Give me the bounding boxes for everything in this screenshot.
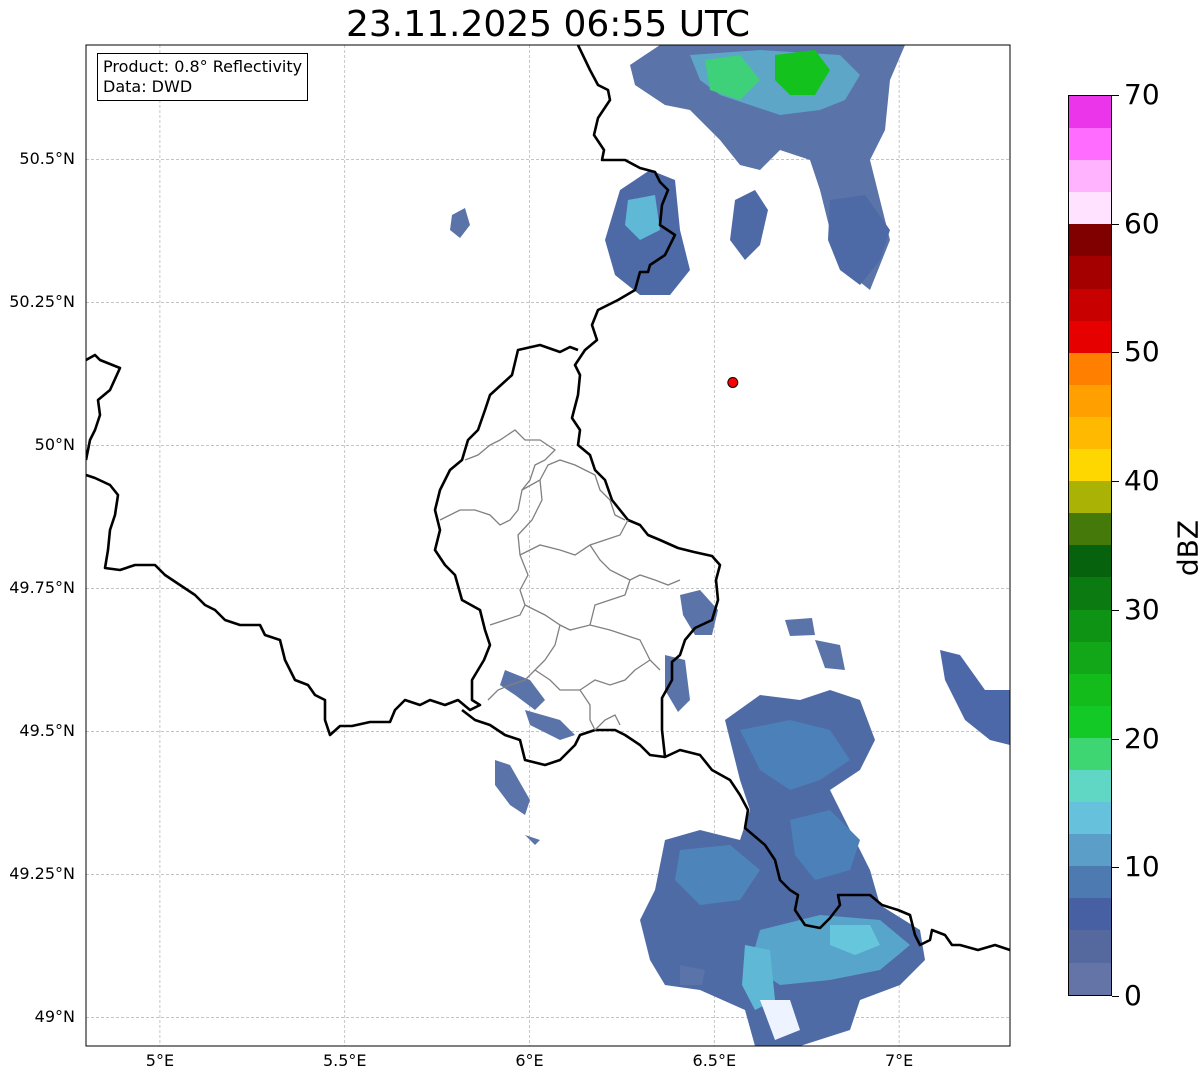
colorbar-tick-label: 10: [1124, 850, 1160, 884]
colorbar-segment: [1069, 192, 1111, 225]
colorbar-segment: [1069, 160, 1111, 193]
data-source-line: Data: DWD: [103, 77, 193, 96]
colorbar-segment: [1069, 288, 1111, 321]
colorbar-tick-mark: [1112, 738, 1119, 740]
colorbar-tick-mark: [1112, 609, 1119, 611]
colorbar-segment: [1069, 930, 1111, 963]
colorbar-tick-label: 30: [1124, 592, 1160, 626]
colorbar-segment: [1069, 962, 1111, 995]
lat-tick-label: 50°N: [34, 435, 75, 455]
district-borders: [439, 429, 681, 731]
colorbar-label: dBZ: [1171, 519, 1202, 577]
colorbar-segment: [1069, 577, 1111, 610]
lon-tick-label: 5°E: [145, 1051, 175, 1070]
lat-tick-label: 50.25°N: [9, 292, 75, 312]
colorbar-tick-label: 0: [1124, 979, 1142, 1012]
colorbar: [1068, 95, 1112, 996]
colorbar-segment: [1069, 513, 1111, 546]
lon-tick-label: 7°E: [884, 1051, 914, 1070]
lat-tick-label: 49.25°N: [9, 864, 75, 884]
colorbar-segment: [1069, 545, 1111, 578]
lat-tick-label: 50.5°N: [19, 149, 75, 169]
lat-tick-label: 49°N: [34, 1007, 75, 1027]
colorbar-segment: [1069, 449, 1111, 482]
lon-tick-label: 6°E: [515, 1051, 544, 1070]
lat-tick-label: 49.75°N: [9, 578, 75, 598]
radar-map: [85, 44, 1011, 1047]
colorbar-segment: [1069, 609, 1111, 642]
colorbar-segment: [1069, 416, 1111, 450]
colorbar-tick-mark: [1112, 996, 1119, 997]
colorbar-segment: [1069, 769, 1111, 803]
colorbar-segment: [1069, 802, 1111, 835]
colorbar-segment: [1069, 705, 1111, 738]
colorbar-segment: [1069, 641, 1111, 674]
lon-tick-label: 5.5°E: [322, 1051, 367, 1070]
lat-tick-label: 49.5°N: [19, 721, 75, 741]
colorbar-segment: [1069, 384, 1111, 417]
product-info-box: Product: 0.8° Reflectivity Data: DWD: [97, 53, 309, 101]
precipitation-echoes: [450, 45, 1010, 1046]
colorbar-tick-label: 70: [1124, 78, 1160, 111]
colorbar-segment: [1069, 320, 1111, 353]
colorbar-segment: [1069, 673, 1111, 706]
colorbar-segment: [1069, 481, 1111, 514]
colorbar-segment: [1069, 352, 1111, 385]
colorbar-segment: [1069, 256, 1111, 289]
lon-tick-label: 6.5°E: [692, 1051, 737, 1070]
product-line: Product: 0.8° Reflectivity: [103, 57, 303, 76]
colorbar-tick-label: 40: [1124, 464, 1160, 498]
colorbar-tick-label: 50: [1124, 335, 1160, 369]
colorbar-tick-mark: [1112, 867, 1119, 869]
radar-site-marker: [727, 376, 739, 388]
colorbar-segment: [1069, 898, 1111, 931]
colorbar-segment: [1069, 224, 1111, 257]
colorbar-segment: [1069, 737, 1111, 770]
colorbar-tick-mark: [1112, 95, 1119, 96]
colorbar-tick-label: 20: [1124, 721, 1160, 755]
colorbar-tick-mark: [1112, 223, 1119, 225]
colorbar-segment: [1069, 866, 1111, 899]
colorbar-tick-mark: [1112, 481, 1119, 483]
colorbar-segment: [1069, 834, 1111, 867]
colorbar-segment: [1069, 96, 1111, 129]
colorbar-tick-mark: [1112, 352, 1119, 354]
colorbar-tick-label: 60: [1124, 206, 1160, 240]
colorbar-segment: [1069, 128, 1111, 161]
